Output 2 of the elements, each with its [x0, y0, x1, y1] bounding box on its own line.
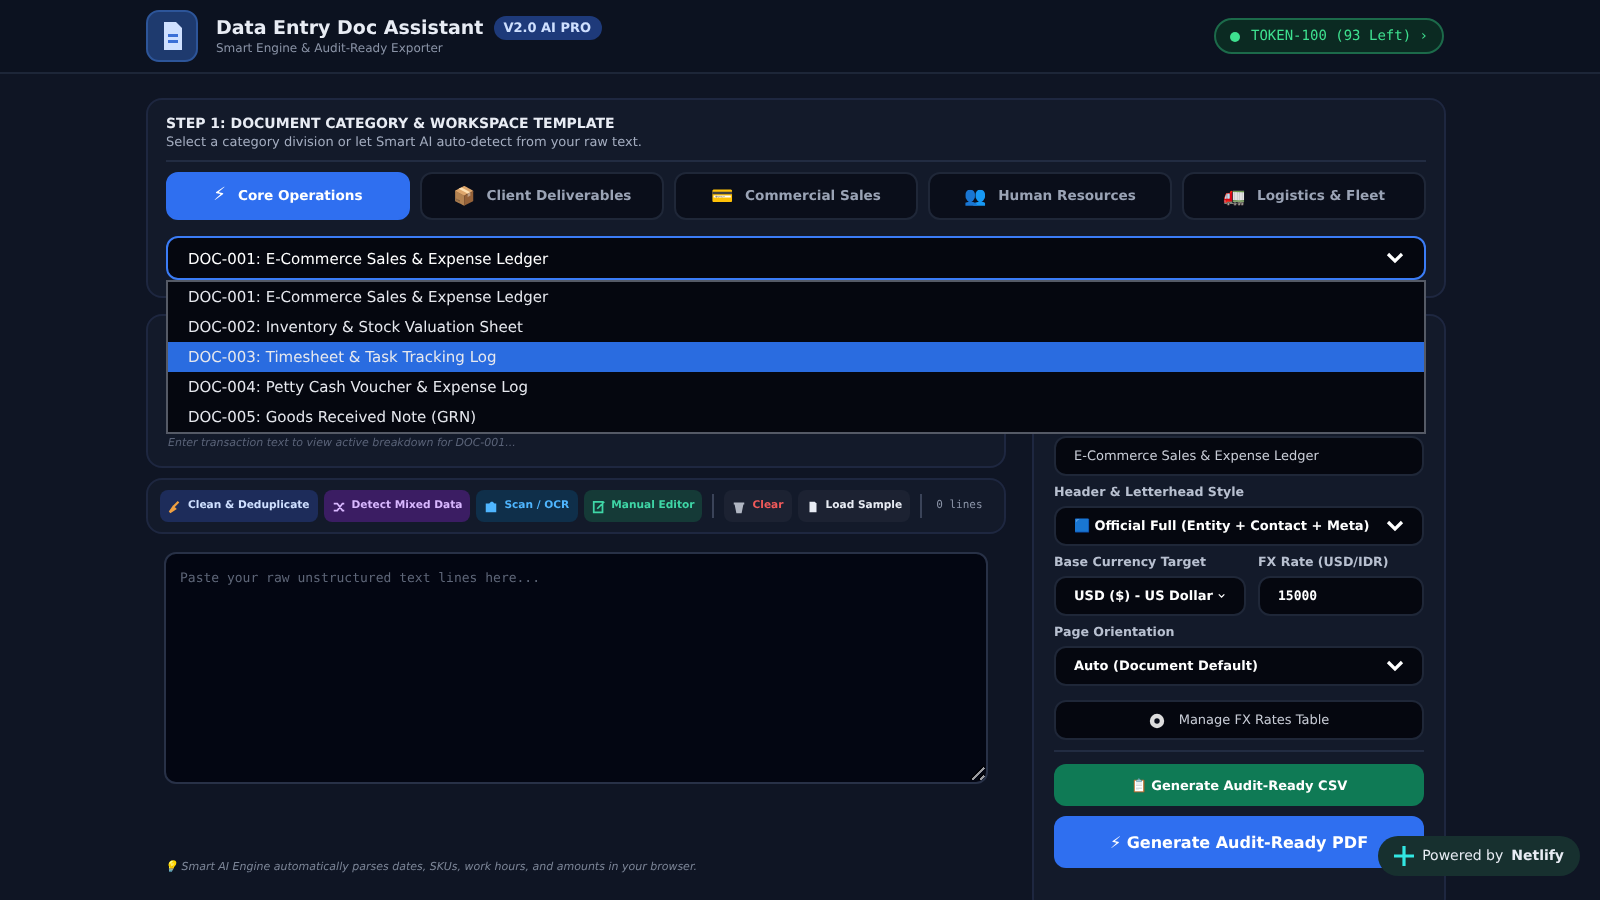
- pdf-button[interactable]: ⚡ Generate Audit-Ready PDF: [1054, 816, 1424, 868]
- app-title: Data Entry Doc Assistant: [216, 17, 484, 39]
